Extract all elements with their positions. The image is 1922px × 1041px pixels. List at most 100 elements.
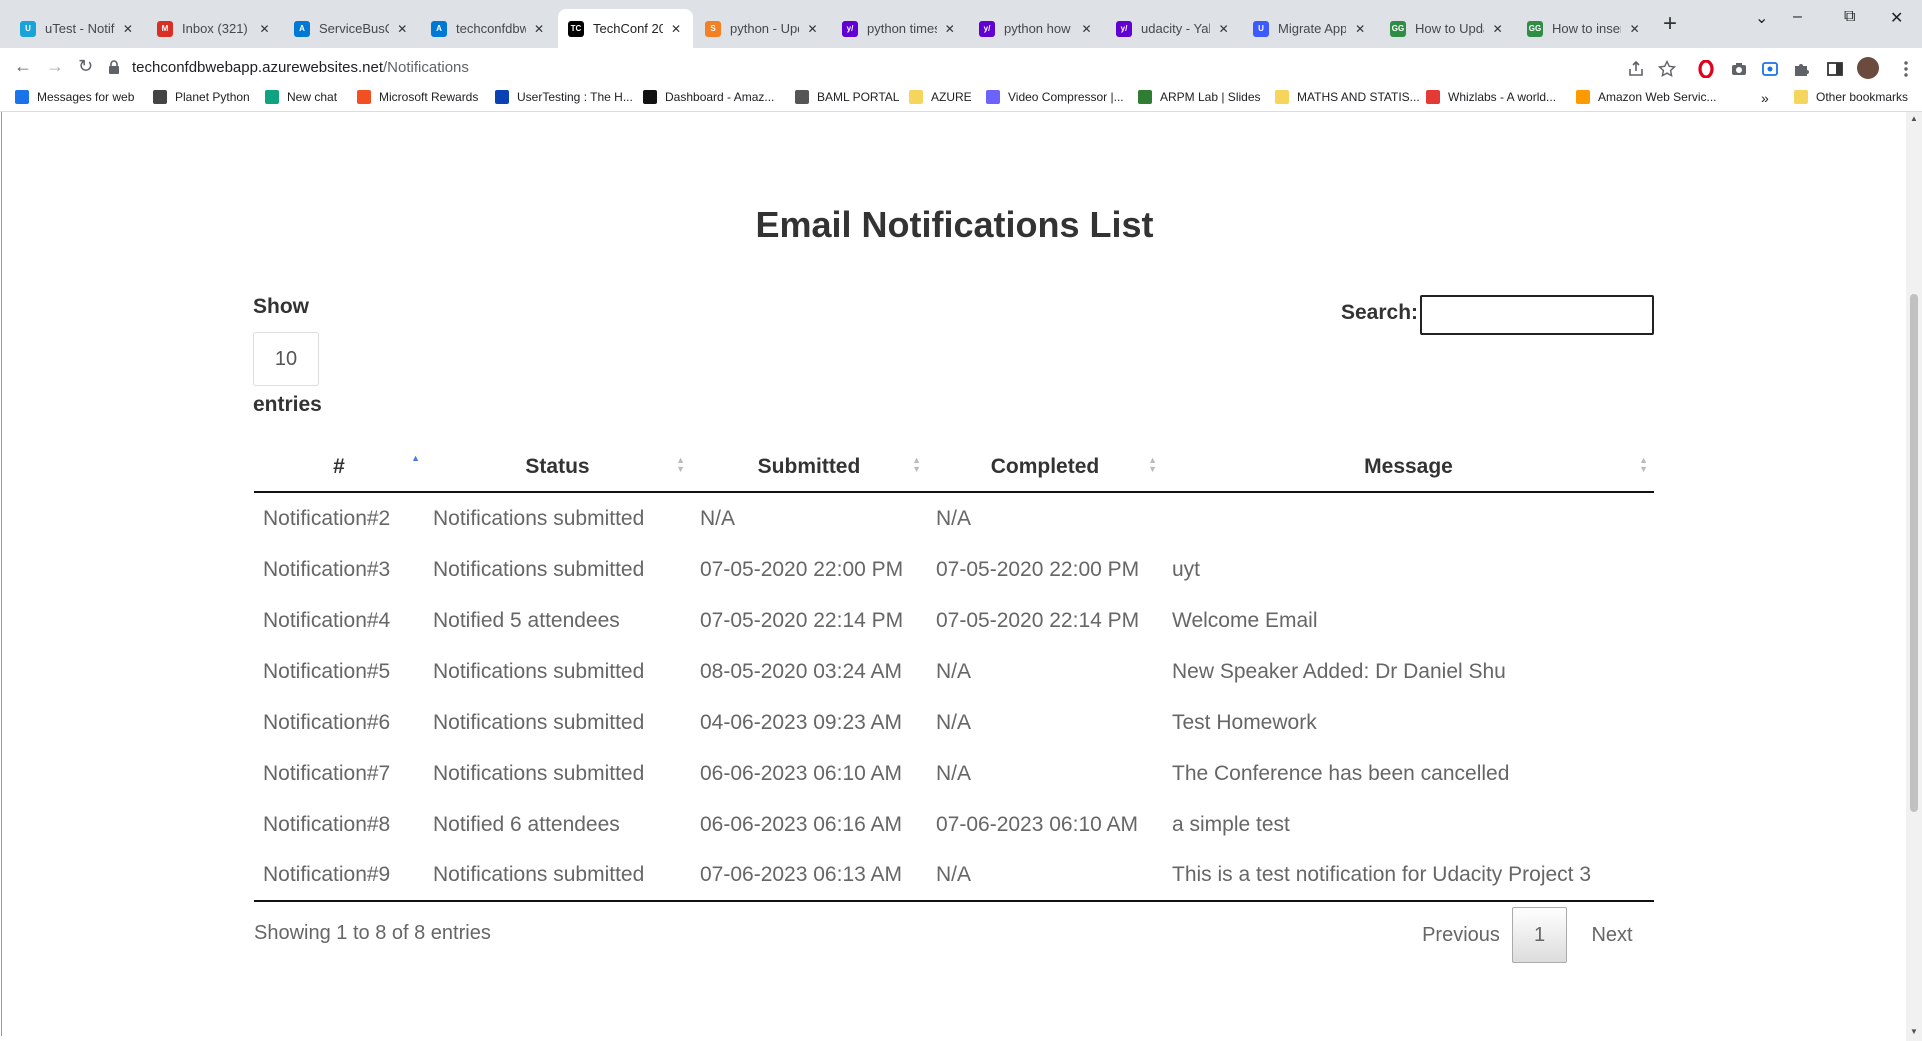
table-cell: Notifications submitted	[433, 659, 645, 683]
bookmark-item[interactable]: Whizlabs - A world...	[1426, 90, 1556, 104]
table-row: Notification#9 Notifications submitted 07-…	[254, 850, 1654, 902]
close-tab-icon[interactable]: ✕	[943, 22, 957, 36]
browser-tab[interactable]: y/python timest ✕	[832, 9, 967, 48]
bookmark-label: Planet Python	[175, 90, 250, 104]
browser-tab[interactable]: Spython - Upd ✕	[695, 9, 830, 48]
back-arrow-icon[interactable]: ←	[14, 56, 32, 77]
scrollbar-thumb[interactable]	[1910, 294, 1918, 812]
bookmarks-bar: » Other bookmarks Messages for web Planet…	[0, 86, 1922, 112]
bookmark-item[interactable]: Planet Python	[153, 90, 250, 104]
bookmark-label: MATHS AND STATIS...	[1297, 90, 1420, 104]
share-icon[interactable]	[1627, 60, 1645, 78]
side-panel-icon[interactable]	[1826, 60, 1844, 78]
bookmark-item[interactable]: New chat	[265, 90, 337, 104]
close-tab-icon[interactable]: ✕	[257, 22, 272, 36]
table-cell: Welcome Email	[1172, 608, 1318, 632]
screen-record-icon[interactable]	[1761, 60, 1779, 78]
menu-kebab-icon[interactable]	[1897, 60, 1915, 78]
table-cell: 04-06-2023 09:23 AM	[700, 710, 902, 734]
close-tab-icon[interactable]: ✕	[669, 22, 683, 36]
bookmark-star-icon[interactable]	[1657, 59, 1677, 78]
tab-title: python how t	[1004, 21, 1074, 36]
page-1-button[interactable]: 1	[1512, 907, 1567, 963]
forward-arrow-icon[interactable]: →	[46, 56, 64, 77]
opera-icon[interactable]	[1697, 59, 1715, 79]
tab-strip: + ⌄ – ⧉ ✕ UuTest - Notific ✕ M Inbox (321) …	[0, 0, 1922, 48]
camera-icon[interactable]	[1730, 60, 1748, 78]
bookmark-item[interactable]: MATHS AND STATIS...	[1275, 90, 1420, 104]
bookmark-favicon-icon	[986, 90, 1000, 104]
column-header[interactable]: # ▲	[254, 442, 424, 493]
column-header[interactable]: Status ▲ ▼	[424, 442, 691, 493]
utest-icon: U	[20, 20, 36, 37]
new-tab-button[interactable]: +	[1663, 10, 1677, 38]
browser-tab[interactable]: A ServiceBusQu ✕	[284, 9, 419, 48]
bookmark-item[interactable]: Dashboard - Amaz...	[643, 90, 774, 104]
browser-tab[interactable]: GG How to Upda ✕	[1380, 9, 1515, 48]
bookmark-item[interactable]: AZURE	[909, 90, 972, 104]
notifications-table-wrapper: # ▲ Status ▲ ▼ Submitted ▲ ▼ Completed ▲ ▼ Message ▲…	[254, 442, 1654, 902]
close-tab-icon[interactable]: ✕	[395, 22, 409, 36]
table-cell: 07-05-2020 22:00 PM	[936, 557, 1140, 581]
bookmark-item[interactable]: BAML PORTAL	[795, 90, 899, 104]
column-header[interactable]: Message ▲ ▼	[1163, 442, 1654, 493]
table-cell: The Conference has been cancelled	[1172, 761, 1510, 785]
bookmarks-overflow-button[interactable]: »	[1761, 90, 1769, 106]
bookmark-item[interactable]: Video Compressor |...	[986, 90, 1124, 104]
profile-avatar[interactable]	[1857, 57, 1879, 79]
browser-tab[interactable]: UuTest - Notific ✕	[10, 9, 145, 48]
previous-page-button[interactable]: Previous	[1411, 907, 1511, 963]
address-bar[interactable]: techconfdbwebapp.azurewebsites.net/Notif…	[108, 53, 1658, 81]
next-page-button[interactable]: Next	[1576, 907, 1648, 963]
tab-title: ServiceBusQu	[319, 21, 389, 36]
column-header[interactable]: Submitted ▲ ▼	[691, 442, 927, 493]
bookmark-item[interactable]: Messages for web	[15, 90, 134, 104]
browser-tab[interactable]: y/udacity - Yah ✕	[1106, 9, 1241, 48]
geeksforgeeks-icon: GG	[1390, 20, 1406, 37]
page-viewport: Email Notifications List Show 10 entries…	[1, 112, 1906, 1036]
tab-title: python - Upd	[730, 21, 800, 36]
bookmark-item[interactable]: Amazon Web Servic...	[1576, 90, 1717, 104]
scroll-up-arrow-icon[interactable]: ▲	[1910, 114, 1918, 123]
vertical-scrollbar[interactable]: ▲ ▼	[1906, 112, 1922, 1041]
column-header[interactable]: Completed ▲ ▼	[927, 442, 1163, 493]
azure-icon: A	[431, 20, 447, 37]
close-tab-icon[interactable]: ✕	[805, 22, 820, 36]
restore-button[interactable]: ⧉	[1844, 8, 1855, 26]
bookmark-item[interactable]: Microsoft Rewards	[357, 90, 478, 104]
tab-title: TechConf 202	[593, 21, 664, 36]
table-body: Notification#2 Notifications submitted N/A…	[254, 492, 1654, 902]
bookmark-label: ARPM Lab | Slides	[1160, 90, 1261, 104]
browser-tab[interactable]: GG How to insert ✕	[1517, 9, 1652, 48]
browser-tab[interactable]: M Inbox (321) - ✕	[147, 9, 282, 48]
page-length-select[interactable]: 10	[253, 332, 319, 386]
bookmark-label: BAML PORTAL	[817, 90, 900, 104]
bookmark-favicon-icon	[795, 90, 809, 104]
tab-search-chevron-icon[interactable]: ⌄	[1755, 8, 1768, 28]
table-row: Notification#5 Notifications submitted 08-…	[254, 646, 1654, 697]
browser-tab[interactable]: U Migrate App ✕	[1243, 9, 1378, 48]
minimize-button[interactable]: –	[1793, 8, 1802, 26]
reload-icon[interactable]: ↻	[78, 56, 93, 77]
browser-tab[interactable]: Atechconfdbwe ✕	[421, 9, 556, 48]
tab-title: udacity - Yah	[1141, 21, 1211, 36]
table-row: Notification#4 Notified 5 attendees 07-05-…	[254, 595, 1654, 646]
close-tab-icon[interactable]: ✕	[1079, 22, 1094, 36]
browser-tab[interactable]: TC TechConf 202 ✕	[558, 9, 693, 48]
close-tab-icon[interactable]: ✕	[1352, 22, 1368, 36]
stackoverflow-icon: S	[705, 20, 721, 37]
tab-title: Migrate App	[1278, 21, 1347, 36]
close-tab-icon[interactable]: ✕	[1627, 22, 1642, 36]
browser-tab[interactable]: y/python how t ✕	[969, 9, 1104, 48]
scroll-down-arrow-icon[interactable]: ▼	[1910, 1027, 1918, 1036]
bookmark-item[interactable]: ARPM Lab | Slides	[1138, 90, 1261, 104]
close-tab-icon[interactable]: ✕	[121, 22, 135, 36]
other-bookmarks-folder[interactable]: Other bookmarks	[1794, 90, 1908, 104]
extensions-puzzle-icon[interactable]	[1792, 60, 1810, 78]
bookmark-item[interactable]: UserTesting : The H...	[495, 90, 633, 104]
close-tab-icon[interactable]: ✕	[1490, 22, 1505, 36]
close-window-button[interactable]: ✕	[1890, 8, 1903, 28]
search-input[interactable]	[1420, 295, 1654, 335]
close-tab-icon[interactable]: ✕	[1216, 22, 1231, 36]
close-tab-icon[interactable]: ✕	[532, 22, 546, 36]
